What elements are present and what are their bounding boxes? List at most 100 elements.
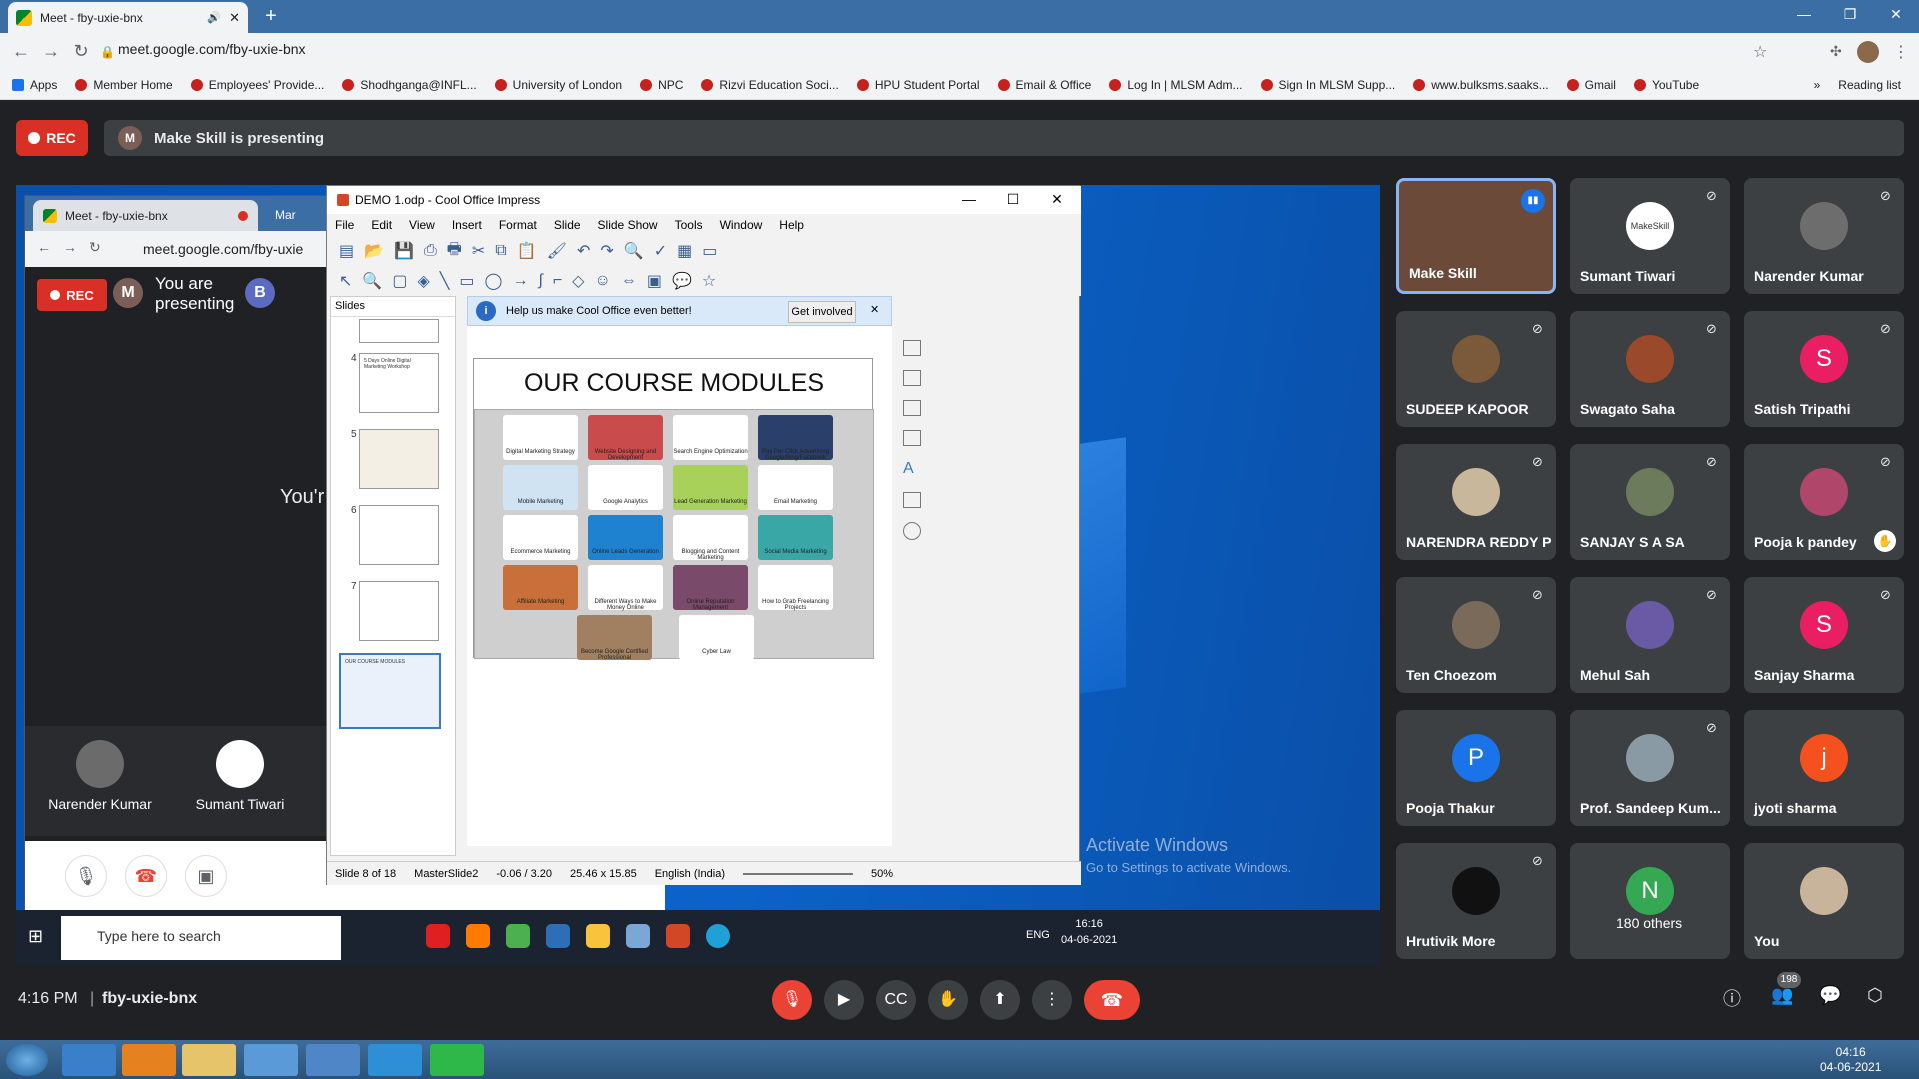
meeting-info-icon[interactable]: ⓘ bbox=[1723, 985, 1741, 1011]
start-button[interactable] bbox=[6, 1044, 48, 1076]
end-call-button[interactable]: ☎ bbox=[1084, 980, 1140, 1020]
export-pdf-icon[interactable]: ⎙ bbox=[424, 242, 437, 260]
participant-tile[interactable]: ⊘ Ten Choezom bbox=[1396, 577, 1556, 693]
animation-icon[interactable] bbox=[903, 430, 921, 446]
reload-icon[interactable]: ↻ bbox=[66, 41, 96, 62]
slide-thumbnail[interactable] bbox=[359, 429, 439, 489]
camera-button[interactable]: ▶ bbox=[824, 980, 864, 1020]
bookmark-item[interactable]: NPC bbox=[640, 78, 683, 92]
status-zoom[interactable]: 50% bbox=[871, 868, 893, 880]
app-taskbar-icon[interactable] bbox=[306, 1044, 360, 1076]
open-icon[interactable]: 📂 bbox=[364, 241, 384, 261]
new-icon[interactable]: ▤ bbox=[339, 241, 354, 261]
participant-tile[interactable]: P Pooja Thakur bbox=[1396, 710, 1556, 826]
grid-icon[interactable]: ▦ bbox=[677, 241, 692, 261]
menu-item[interactable]: File bbox=[335, 218, 354, 232]
paste-icon[interactable]: 📋 bbox=[517, 241, 537, 261]
curve-icon[interactable]: ∫ bbox=[538, 272, 542, 290]
menu-item[interactable]: Format bbox=[499, 218, 537, 232]
bookmarks-more[interactable]: » bbox=[1814, 78, 1821, 92]
bookmark-item[interactable]: Rizvi Education Soci... bbox=[701, 78, 839, 92]
print-icon[interactable]: 🖶 bbox=[447, 238, 462, 265]
master-slides-icon[interactable] bbox=[903, 400, 921, 416]
impress-close-button[interactable]: ✕ bbox=[1035, 186, 1079, 214]
ellipse-icon[interactable]: ◯ bbox=[485, 271, 503, 291]
captions-button[interactable]: CC bbox=[876, 980, 916, 1020]
participant-tile[interactable]: ⊘ ✋ Pooja k pandey bbox=[1744, 444, 1904, 560]
menu-item[interactable]: Slide bbox=[554, 218, 581, 232]
shapes-icon[interactable]: ◇ bbox=[572, 271, 584, 291]
connector-icon[interactable]: ⌐ bbox=[553, 272, 562, 290]
fill-color-icon[interactable]: ◈ bbox=[417, 271, 429, 291]
participant-tile[interactable]: ⊘ SUDEEP KAPOOR bbox=[1396, 311, 1556, 427]
slide-thumbnail[interactable] bbox=[359, 319, 439, 343]
styles-icon[interactable] bbox=[903, 370, 921, 386]
participant-tile[interactable]: ⊘ Mehul Sah bbox=[1570, 577, 1730, 693]
properties-icon[interactable] bbox=[903, 340, 921, 356]
profile-avatar[interactable] bbox=[1857, 40, 1879, 63]
gallery-icon[interactable] bbox=[903, 492, 921, 508]
arrow-icon[interactable]: → bbox=[512, 272, 528, 290]
star-icon[interactable]: ☆ bbox=[1753, 42, 1767, 62]
display-views-icon[interactable]: ▭ bbox=[702, 241, 717, 261]
bookmark-item[interactable]: Email & Office bbox=[997, 78, 1091, 92]
undo-icon[interactable]: ↶ bbox=[577, 241, 590, 261]
mic-off-button[interactable]: 🎙 bbox=[772, 980, 812, 1020]
clone-format-icon[interactable]: 🖌 bbox=[547, 241, 567, 261]
bookmark-item[interactable]: Shodhganga@INFL... bbox=[342, 78, 477, 92]
bookmark-item[interactable]: HPU Student Portal bbox=[856, 78, 980, 92]
flowchart-icon[interactable]: ▣ bbox=[647, 271, 662, 291]
present-button[interactable]: ⬆ bbox=[980, 980, 1020, 1020]
course-modules-image[interactable]: Digital Marketing Strategy Website Design… bbox=[474, 409, 874, 661]
bookmark-item[interactable]: Sign In MLSM Supp... bbox=[1260, 78, 1395, 92]
menu-item[interactable]: Slide Show bbox=[598, 218, 658, 232]
bookmark-item[interactable]: Employees' Provide... bbox=[190, 78, 324, 92]
extensions-icon[interactable]: ✣ bbox=[1830, 43, 1842, 60]
status-language[interactable]: English (India) bbox=[655, 868, 725, 880]
bookmark-item[interactable]: University of London bbox=[494, 78, 622, 92]
chat-icon[interactable]: 💬 bbox=[1819, 985, 1841, 1006]
minimize-button[interactable]: — bbox=[1781, 0, 1827, 30]
stars-icon[interactable]: ☆ bbox=[702, 271, 716, 291]
bookmark-item[interactable]: YouTube bbox=[1633, 78, 1699, 92]
block-arrows-icon[interactable]: ⇔ bbox=[621, 272, 637, 290]
more-options-button[interactable]: ⋮ bbox=[1032, 980, 1072, 1020]
bookmark-item[interactable]: Log In | MLSM Adm... bbox=[1109, 78, 1243, 92]
spelling-icon[interactable]: ✓ bbox=[654, 241, 667, 261]
participant-tile[interactable]: j jyoti sharma bbox=[1744, 710, 1904, 826]
activities-icon[interactable]: ⬡ bbox=[1867, 985, 1883, 1006]
participant-tile[interactable]: ⊘ Swagato Saha bbox=[1570, 311, 1730, 427]
close-tab-icon[interactable]: ✕ bbox=[229, 10, 240, 26]
menu-dots-icon[interactable]: ⋮ bbox=[1893, 42, 1909, 62]
participant-tile[interactable]: You bbox=[1744, 843, 1904, 959]
media-player-icon[interactable] bbox=[122, 1044, 176, 1076]
close-window-button[interactable]: ✕ bbox=[1873, 0, 1919, 30]
new-tab-button[interactable]: + bbox=[258, 5, 284, 29]
participant-tile[interactable]: ⊘ Hrutivik More bbox=[1396, 843, 1556, 959]
slide-thumbnail-selected[interactable]: OUR COURSE MODULES bbox=[339, 653, 441, 729]
fontwork-icon[interactable]: A bbox=[903, 460, 921, 478]
participant-tile[interactable]: ⊘ NARENDRA REDDY P bbox=[1396, 444, 1556, 560]
close-infobar-icon[interactable]: ✕ bbox=[870, 303, 879, 316]
menu-item[interactable]: Insert bbox=[452, 218, 482, 232]
slide-thumbnail[interactable] bbox=[359, 581, 439, 641]
chrome-taskbar-icon[interactable] bbox=[244, 1044, 298, 1076]
people-icon[interactable]: 👥 bbox=[1771, 985, 1793, 1006]
rectangle-icon[interactable]: ▭ bbox=[459, 271, 474, 291]
slide-thumbnail[interactable]: 5 Days Online Digital Marketing Workshop bbox=[359, 353, 439, 413]
impress-maximize-button[interactable]: ☐ bbox=[991, 186, 1035, 214]
select-icon[interactable]: ↖ bbox=[339, 271, 352, 291]
participant-tile-make-skill[interactable]: ▮▮ Make Skill bbox=[1396, 178, 1556, 294]
menu-item[interactable]: View bbox=[409, 218, 435, 232]
bookmark-item[interactable]: Gmail bbox=[1566, 78, 1616, 92]
maximize-button[interactable]: ❐ bbox=[1827, 0, 1873, 30]
navigator-icon[interactable] bbox=[903, 522, 921, 540]
redo-icon[interactable]: ↷ bbox=[600, 241, 613, 261]
ie-icon[interactable] bbox=[62, 1044, 116, 1076]
bookmark-item[interactable]: Apps bbox=[12, 78, 57, 92]
zoom-slider[interactable] bbox=[743, 872, 854, 875]
find-icon[interactable]: 🔍 bbox=[624, 241, 644, 261]
browser-tab-meet[interactable]: Meet - fby-uxie-bnx 🔊 ✕ bbox=[8, 2, 248, 33]
url-input[interactable]: meet.google.com/fby-uxie-bnx bbox=[118, 41, 306, 57]
copy-icon[interactable]: ⧉ bbox=[495, 242, 506, 260]
